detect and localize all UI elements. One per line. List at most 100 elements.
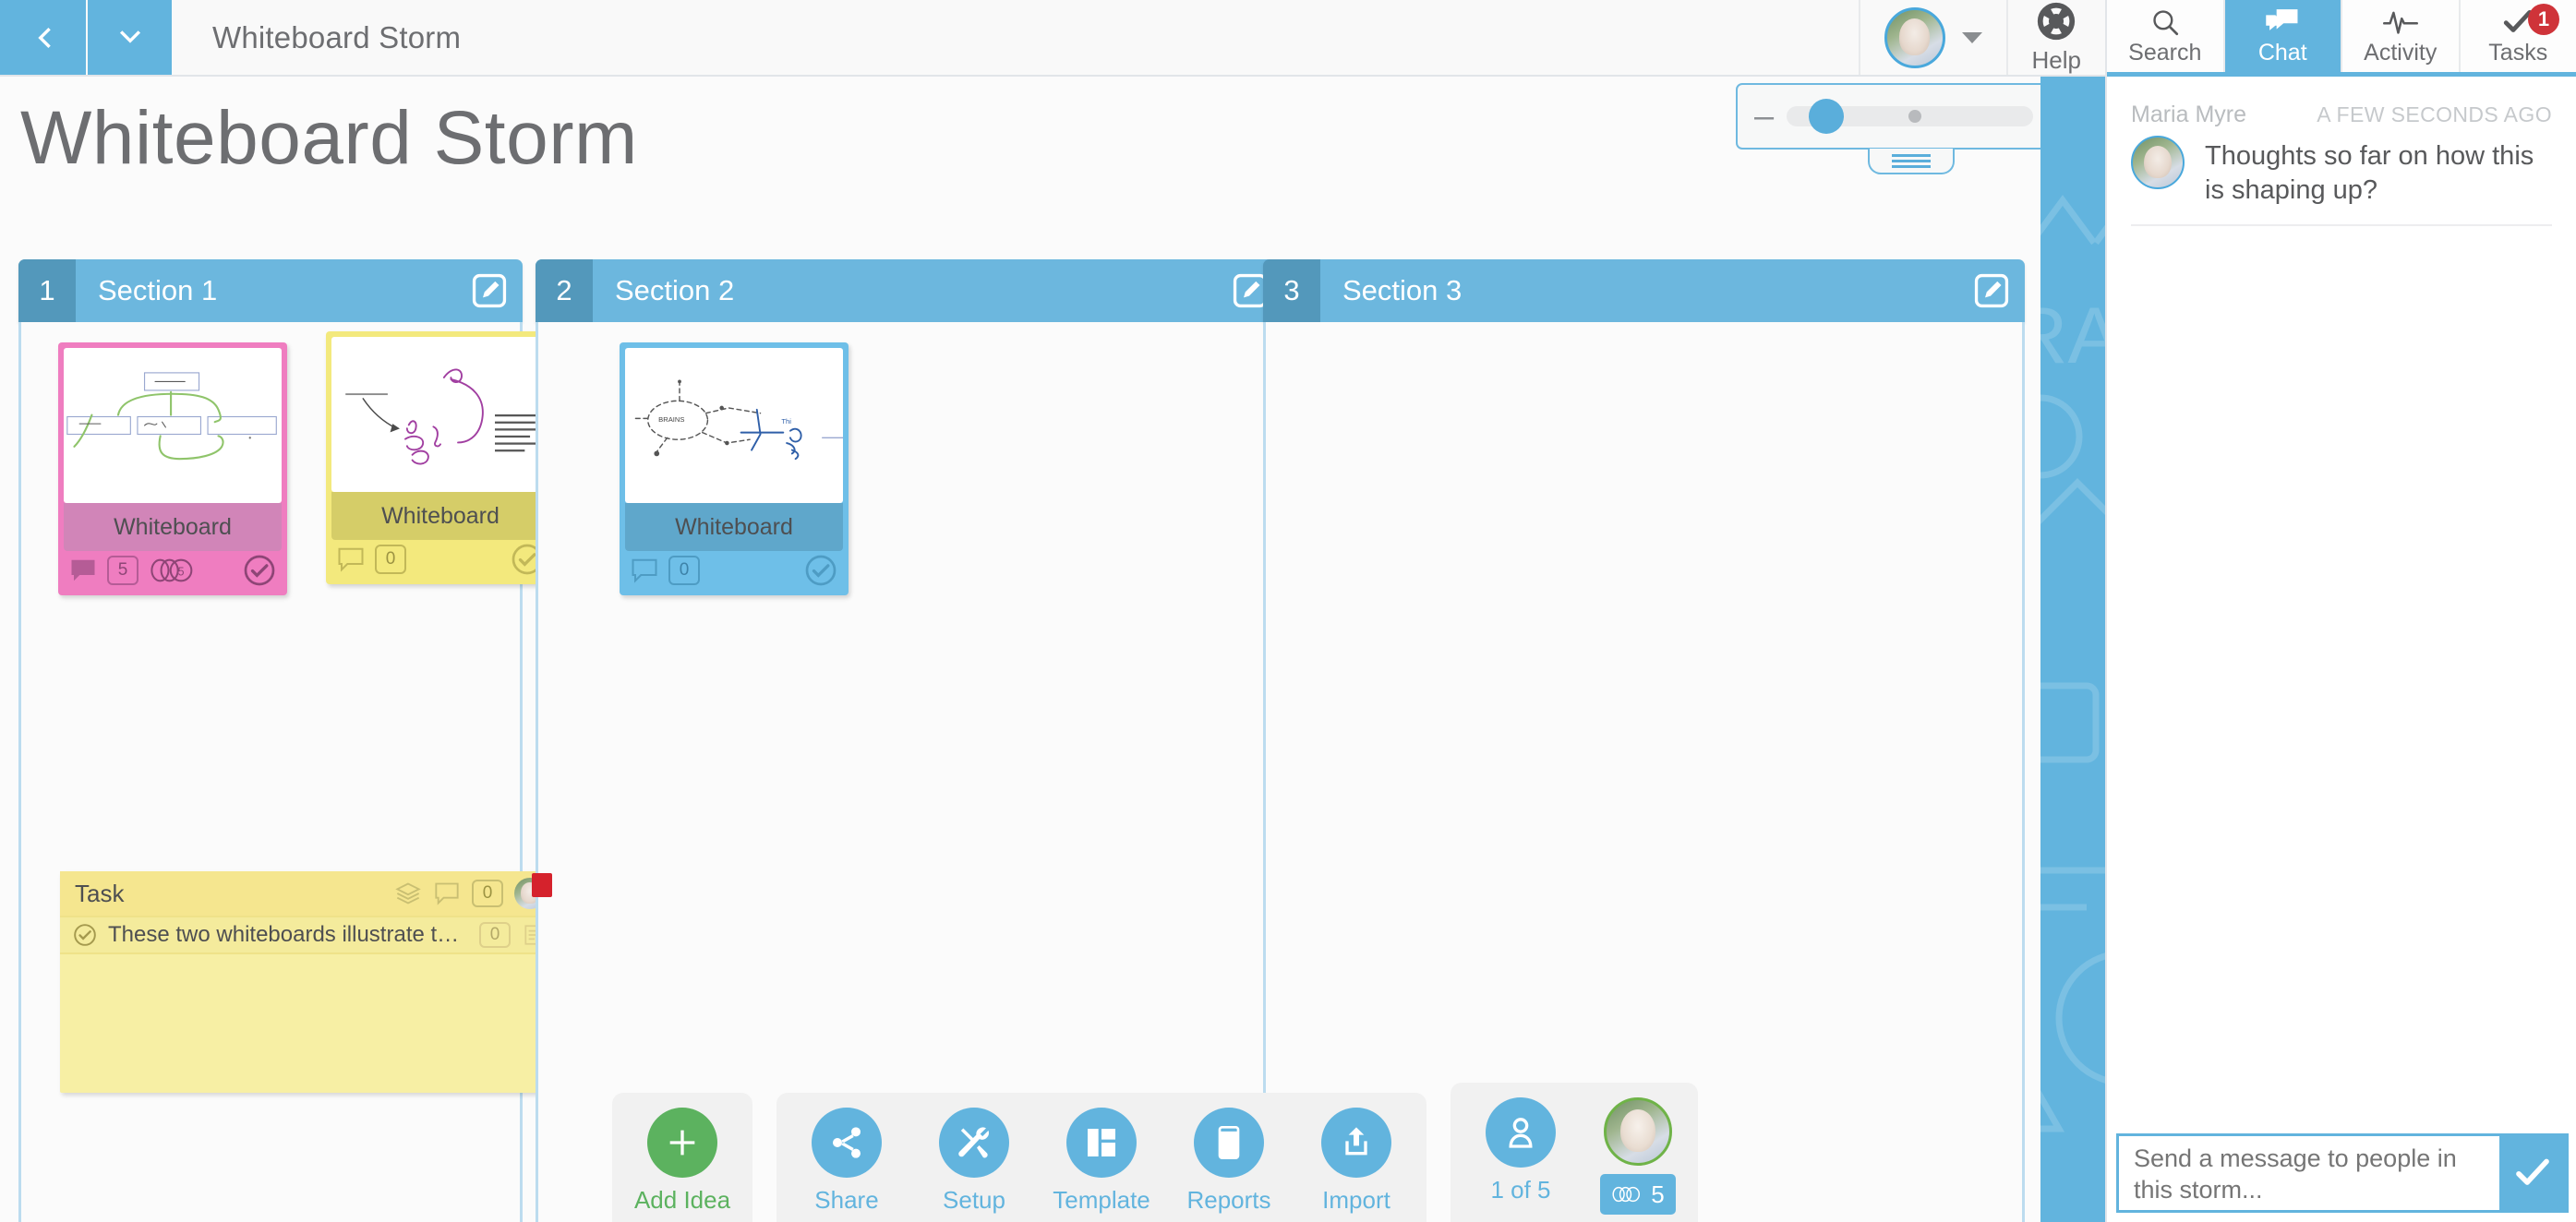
chat-message-text: Thoughts so far on how this is shaping u… bbox=[2205, 141, 2534, 206]
section-1-edit-button[interactable] bbox=[456, 259, 523, 322]
card-complete-check-icon[interactable] bbox=[804, 554, 837, 587]
document-icon bbox=[1218, 1126, 1240, 1159]
section-2-header[interactable]: 2 Section 2 bbox=[536, 259, 1283, 322]
setup-button[interactable]: Setup bbox=[924, 1108, 1024, 1215]
task-subitem-row[interactable]: These two whiteboards illustrate the 2nd… bbox=[60, 916, 555, 954]
chat-bubbles-icon bbox=[2266, 8, 2298, 30]
add-idea-group: Add Idea bbox=[612, 1093, 752, 1222]
right-panel: Search Chat Activity Tasks 1 Maria Myre … bbox=[2105, 0, 2576, 1222]
section-3-name: Section 3 bbox=[1342, 274, 1463, 306]
chevron-left-icon bbox=[37, 27, 51, 48]
share-button[interactable]: Share bbox=[797, 1108, 897, 1215]
idea-card-whiteboard-pink[interactable]: Whiteboard 5 5 bbox=[58, 342, 287, 595]
votes-stack-icon[interactable]: 5 bbox=[149, 557, 197, 584]
task-note[interactable]: Task 0 These two whiteboards illustrate … bbox=[60, 871, 555, 1093]
section-1-number: 1 bbox=[18, 259, 76, 322]
activity-pulse-icon bbox=[2382, 11, 2418, 34]
add-idea-circle bbox=[647, 1108, 717, 1178]
tab-chat-label: Chat bbox=[2257, 39, 2307, 66]
participants-label: 1 of 5 bbox=[1490, 1176, 1551, 1204]
import-button[interactable]: Import bbox=[1306, 1108, 1406, 1215]
section-1-body[interactable]: Whiteboard 5 5 Whiteboard 0 Task 0 These… bbox=[18, 322, 555, 1222]
chat-send-button[interactable] bbox=[2499, 1136, 2566, 1210]
card-label: Whiteboard bbox=[331, 492, 549, 540]
setup-label: Setup bbox=[943, 1186, 1005, 1214]
whiteboard-sketch-icon bbox=[345, 368, 541, 465]
edit-pencil-icon bbox=[472, 273, 507, 308]
card-label: Whiteboard bbox=[64, 503, 282, 551]
layers-icon[interactable] bbox=[394, 881, 422, 906]
back-button[interactable] bbox=[0, 0, 86, 75]
attachment-count-chip[interactable]: 5 bbox=[107, 556, 138, 585]
comment-outline-icon[interactable] bbox=[433, 881, 461, 906]
participants-circle bbox=[1486, 1097, 1556, 1168]
chat-message-item: Thoughts so far on how this is shaping u… bbox=[2120, 134, 2563, 224]
section-1-header[interactable]: 1 Section 1 bbox=[18, 259, 523, 322]
chat-input[interactable] bbox=[2119, 1136, 2499, 1210]
share-label: Share bbox=[814, 1186, 879, 1214]
section-3: 3 Section 3 bbox=[1263, 259, 2025, 1222]
search-icon bbox=[2153, 9, 2178, 35]
comment-outline-icon[interactable] bbox=[337, 545, 365, 573]
votes-button[interactable]: 5 bbox=[1598, 1097, 1678, 1215]
zoom-panel-handle[interactable] bbox=[1868, 149, 1955, 174]
chat-author-avatar[interactable] bbox=[2131, 136, 2185, 189]
zoom-out-button[interactable]: – bbox=[1754, 99, 1774, 134]
template-button[interactable]: Template bbox=[1052, 1108, 1151, 1215]
chat-timestamp: A FEW SECONDS AGO bbox=[2317, 102, 2552, 126]
section-1: 1 Section 1 Whiteboard 5 5 Whiteboard 0 … bbox=[18, 259, 555, 1222]
grip-lines-icon bbox=[1892, 164, 1931, 168]
section-3-number: 3 bbox=[1263, 259, 1320, 322]
tab-tasks[interactable]: Tasks 1 bbox=[2460, 0, 2576, 72]
idea-card-whiteboard-yellow[interactable]: Whiteboard 0 bbox=[326, 331, 555, 584]
user-avatar[interactable] bbox=[1884, 6, 1945, 68]
svg-text:5: 5 bbox=[178, 566, 185, 579]
participant-avatar[interactable] bbox=[1604, 1097, 1672, 1166]
participants-group: 1 of 5 5 bbox=[1451, 1083, 1698, 1222]
participants-button[interactable]: 1 of 5 bbox=[1471, 1097, 1571, 1215]
check-circle-icon[interactable] bbox=[73, 923, 97, 947]
section-3-header[interactable]: 3 Section 3 bbox=[1263, 259, 2025, 322]
card-thumbnail bbox=[64, 348, 282, 503]
tasks-badge: 1 bbox=[2528, 4, 2559, 35]
share-circle bbox=[812, 1108, 882, 1178]
task-comment-count[interactable]: 0 bbox=[472, 880, 503, 907]
avatar-wrap bbox=[1884, 6, 1982, 68]
plus-icon bbox=[669, 1130, 695, 1156]
section-3-edit-button[interactable] bbox=[1958, 259, 2025, 322]
card-thumbnail: BRAINS Thi bbox=[625, 348, 843, 503]
votes-pill[interactable]: 5 bbox=[1600, 1174, 1676, 1215]
zoom-slider-knob[interactable] bbox=[1808, 99, 1844, 134]
upload-icon bbox=[1345, 1127, 1367, 1156]
tab-chat[interactable]: Chat bbox=[2224, 0, 2342, 72]
comment-filled-icon[interactable] bbox=[69, 557, 97, 584]
layout-template-icon bbox=[1088, 1129, 1115, 1156]
add-idea-button[interactable]: Add Idea bbox=[632, 1108, 732, 1215]
idea-card-whiteboard-blue[interactable]: BRAINS Thi Whiteboard 0 bbox=[620, 342, 849, 595]
attachment-count-chip[interactable]: 0 bbox=[668, 556, 700, 585]
check-icon bbox=[2516, 1158, 2549, 1185]
zoom-control[interactable]: – + bbox=[1736, 83, 2085, 150]
comment-outline-icon[interactable] bbox=[631, 557, 658, 584]
svg-text:Thi: Thi bbox=[781, 417, 791, 425]
menu-dropdown-button[interactable] bbox=[86, 0, 172, 75]
card-thumbnail bbox=[331, 337, 549, 492]
attachment-count-chip[interactable]: 0 bbox=[375, 545, 406, 574]
page-title: Whiteboard Storm bbox=[20, 96, 638, 180]
tab-search[interactable]: Search bbox=[2107, 0, 2225, 72]
reports-button[interactable]: Reports bbox=[1179, 1108, 1279, 1215]
grip-lines-icon bbox=[1892, 153, 1931, 157]
whiteboard-sketch-icon: BRAINS Thi bbox=[632, 379, 843, 461]
help-button[interactable]: Help bbox=[2005, 0, 2105, 75]
task-subitem-count[interactable]: 0 bbox=[479, 922, 511, 948]
card-label: Whiteboard bbox=[625, 503, 843, 551]
zoom-slider-track[interactable] bbox=[1787, 99, 2033, 134]
tab-activity[interactable]: Activity bbox=[2342, 0, 2461, 72]
user-menu[interactable] bbox=[1858, 0, 2006, 75]
tab-activity-label: Activity bbox=[2364, 39, 2438, 66]
card-complete-check-icon[interactable] bbox=[243, 554, 276, 587]
tab-search-label: Search bbox=[2128, 39, 2202, 66]
tab-tasks-label: Tasks bbox=[2488, 39, 2548, 66]
reports-label: Reports bbox=[1186, 1186, 1271, 1214]
topbar-right-group: Help bbox=[1858, 0, 2105, 75]
